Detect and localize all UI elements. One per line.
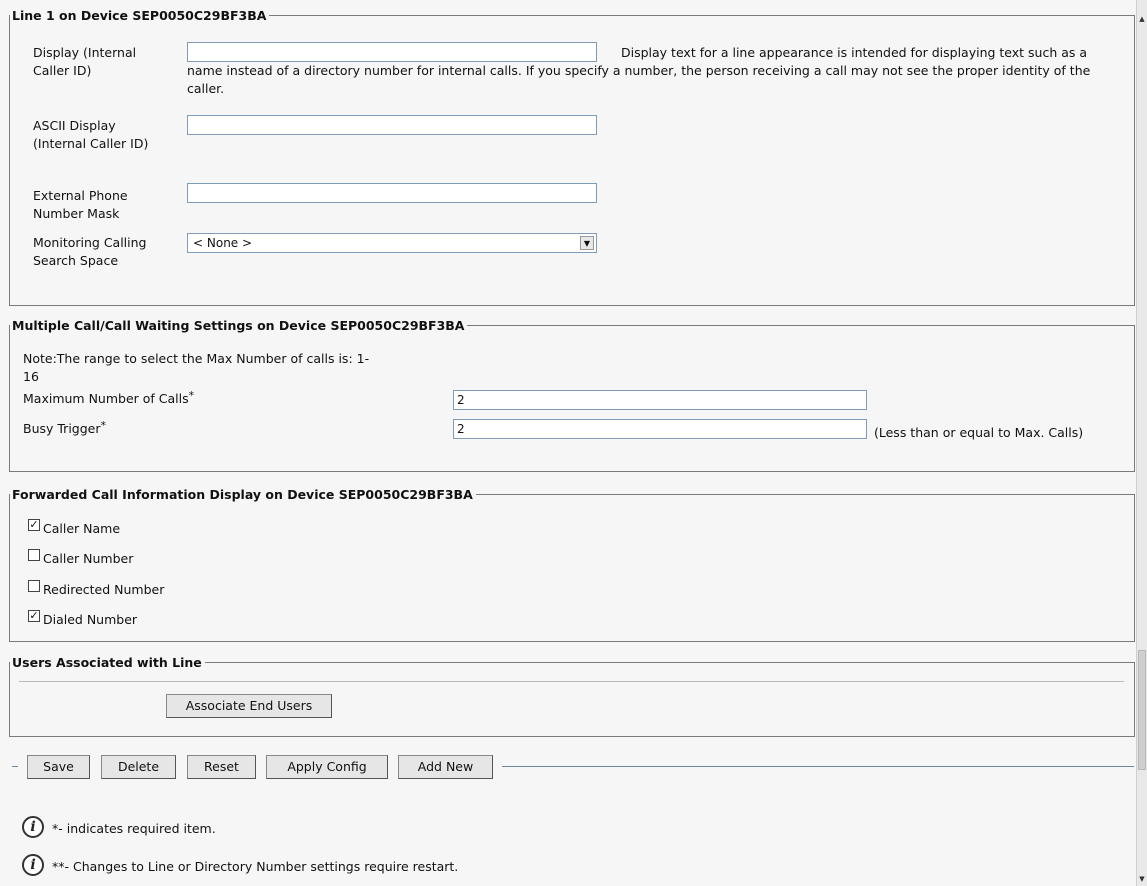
dialed-number-label: Dialed Number [43, 612, 138, 627]
max-calls-label-text: Maximum Number of Calls [23, 391, 189, 406]
users-associated-legend: Users Associated with Line [10, 655, 205, 670]
busy-trigger-label-text: Busy Trigger [23, 421, 101, 436]
ascii-display-input[interactable] [187, 115, 597, 135]
forwarded-call-section: Forwarded Call Information Display on De… [9, 487, 1135, 642]
required-marker: * [188, 389, 195, 402]
redirected-number-checkbox[interactable] [28, 580, 40, 592]
busy-trigger-hint: (Less than or equal to Max. Calls) [874, 425, 1084, 440]
restart-note: **- Changes to Line or Directory Number … [52, 859, 459, 874]
multiple-call-legend: Multiple Call/Call Waiting Settings on D… [10, 318, 468, 333]
info-icon: i [22, 854, 44, 876]
associate-end-users-button[interactable]: Associate End Users [166, 694, 332, 718]
caller-name-label: Caller Name [43, 521, 121, 536]
monitoring-css-select[interactable]: < None > ▼ [187, 233, 597, 253]
monitoring-css-value: < None > [193, 236, 253, 250]
reset-button[interactable]: Reset [187, 755, 256, 779]
external-mask-input[interactable] [187, 183, 597, 203]
vertical-scrollbar[interactable]: ▲ ▼ [1136, 0, 1147, 886]
monitoring-css-label: Monitoring Calling Search Space [33, 235, 147, 268]
users-section-divider [19, 681, 1124, 682]
max-calls-label: Maximum Number of Calls* [23, 389, 195, 409]
toolbar-line-left [12, 766, 18, 767]
add-new-button[interactable]: Add New [398, 755, 493, 779]
scrollbar-thumb[interactable] [1138, 650, 1146, 770]
required-item-note: *- indicates required item. [52, 821, 216, 836]
save-button[interactable]: Save [27, 755, 90, 779]
forwarded-call-legend: Forwarded Call Information Display on De… [10, 487, 476, 502]
display-label: Display (Internal Caller ID) [33, 45, 137, 78]
line-settings-legend: Line 1 on Device SEP0050C29BF3BA [10, 8, 270, 23]
page: Line 1 on Device SEP0050C29BF3BA Display… [0, 0, 1136, 886]
apply-config-button[interactable]: Apply Config [266, 755, 388, 779]
display-help-text: Display text for a line appearance is in… [187, 45, 1091, 96]
busy-trigger-label: Busy Trigger* [23, 419, 107, 439]
caller-name-checkbox[interactable]: ✓ [28, 519, 40, 531]
redirected-number-label: Redirected Number [43, 582, 165, 597]
required-marker: * [100, 419, 107, 432]
scroll-down-icon[interactable]: ▼ [1138, 874, 1146, 884]
external-mask-label: External Phone Number Mask [33, 188, 128, 221]
chevron-down-icon[interactable]: ▼ [580, 236, 594, 250]
max-calls-input[interactable] [453, 390, 867, 410]
caller-number-checkbox[interactable] [28, 549, 40, 561]
delete-button[interactable]: Delete [101, 755, 176, 779]
toolbar-line-right [502, 766, 1134, 767]
ascii-display-label: ASCII Display (Internal Caller ID) [33, 118, 149, 151]
info-icon: i [22, 816, 44, 838]
caller-number-label: Caller Number [43, 551, 134, 566]
scroll-up-icon[interactable]: ▲ [1138, 14, 1146, 24]
dialed-number-checkbox[interactable]: ✓ [28, 610, 40, 622]
max-calls-note: Note:The range to select the Max Number … [23, 351, 370, 384]
